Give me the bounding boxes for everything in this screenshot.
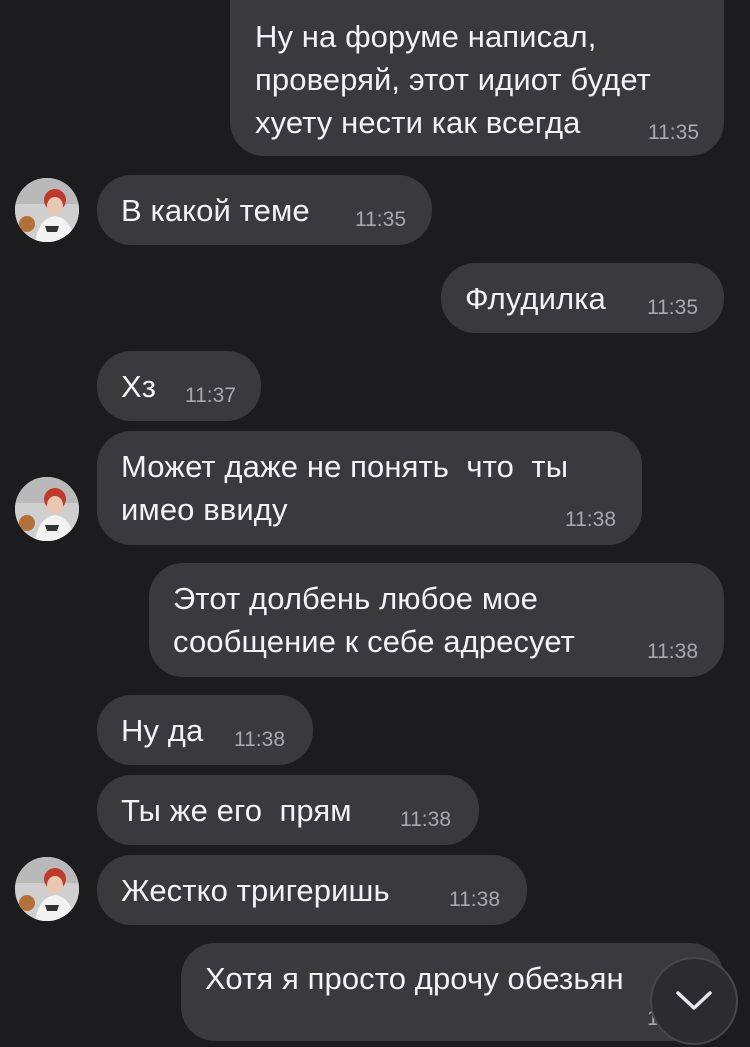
message-bubble-incoming[interactable]: В какой теме 11:35 xyxy=(97,175,432,245)
message-text: Хз xyxy=(121,369,157,404)
message-time: 11:38 xyxy=(565,508,616,531)
contact-avatar[interactable] xyxy=(15,477,79,541)
scroll-to-bottom-button[interactable] xyxy=(650,957,738,1045)
message-text: Хотя я просто дрочу обезьян xyxy=(205,961,624,996)
avatar-image xyxy=(15,857,79,921)
message-time: 11:38 xyxy=(234,728,285,751)
contact-avatar[interactable] xyxy=(15,178,79,242)
message-bubble-incoming[interactable]: Может даже не понять что ты имео ввиду 1… xyxy=(97,431,642,545)
message-bubble-outgoing[interactable]: Этот долбень любое мое сообщение к себе … xyxy=(149,563,724,677)
avatar-image xyxy=(15,477,79,541)
message-text: Ну да xyxy=(121,713,204,748)
message-text: Этот долбень любое мое xyxy=(173,581,538,616)
message-bubble-incoming[interactable]: Хз 11:37 xyxy=(97,351,261,421)
message-time: 11:35 xyxy=(648,121,699,144)
message-time: 11:38 xyxy=(449,888,500,911)
message-bubble-incoming[interactable]: Жестко тригеришь 11:38 xyxy=(97,855,527,925)
message-time: 11:35 xyxy=(647,296,698,319)
message-text: Флудилка xyxy=(465,281,606,316)
message-text: хуету нести как всегда xyxy=(255,105,581,140)
contact-avatar[interactable] xyxy=(15,857,79,921)
message-time: 11:35 xyxy=(355,208,406,231)
chat-view[interactable]: Ну на форуме написал, проверяй, этот иди… xyxy=(0,0,750,1047)
chevron-down-icon xyxy=(676,991,712,1010)
message-text: В какой теме xyxy=(121,193,310,228)
message-bubble-outgoing[interactable]: Ну на форуме написал, проверяй, этот иди… xyxy=(230,0,724,156)
message-bubble-incoming[interactable]: Ну да 11:38 xyxy=(97,695,313,765)
message-text: Ты же его прям xyxy=(121,793,352,828)
message-time: 11:38 xyxy=(400,808,451,831)
message-bubble-incoming[interactable]: Ты же его прям 11:38 xyxy=(97,775,479,845)
message-text: Жестко тригеришь xyxy=(121,873,390,908)
message-text: Ну на форуме написал, xyxy=(255,19,597,54)
message-text: сообщение к себе адресует xyxy=(173,624,575,659)
message-text: проверяй, этот идиот будет xyxy=(255,62,651,97)
message-bubble-outgoing[interactable]: Флудилка 11:35 xyxy=(441,263,724,333)
message-time: 11:37 xyxy=(185,384,236,407)
message-text: имео ввиду xyxy=(121,492,288,527)
message-text: Может даже не понять что ты xyxy=(121,449,569,484)
message-time: 11:38 xyxy=(647,640,698,663)
message-bubble-outgoing[interactable]: Хотя я просто дрочу обезьян 1 xyxy=(181,943,724,1041)
avatar-image xyxy=(15,178,79,242)
